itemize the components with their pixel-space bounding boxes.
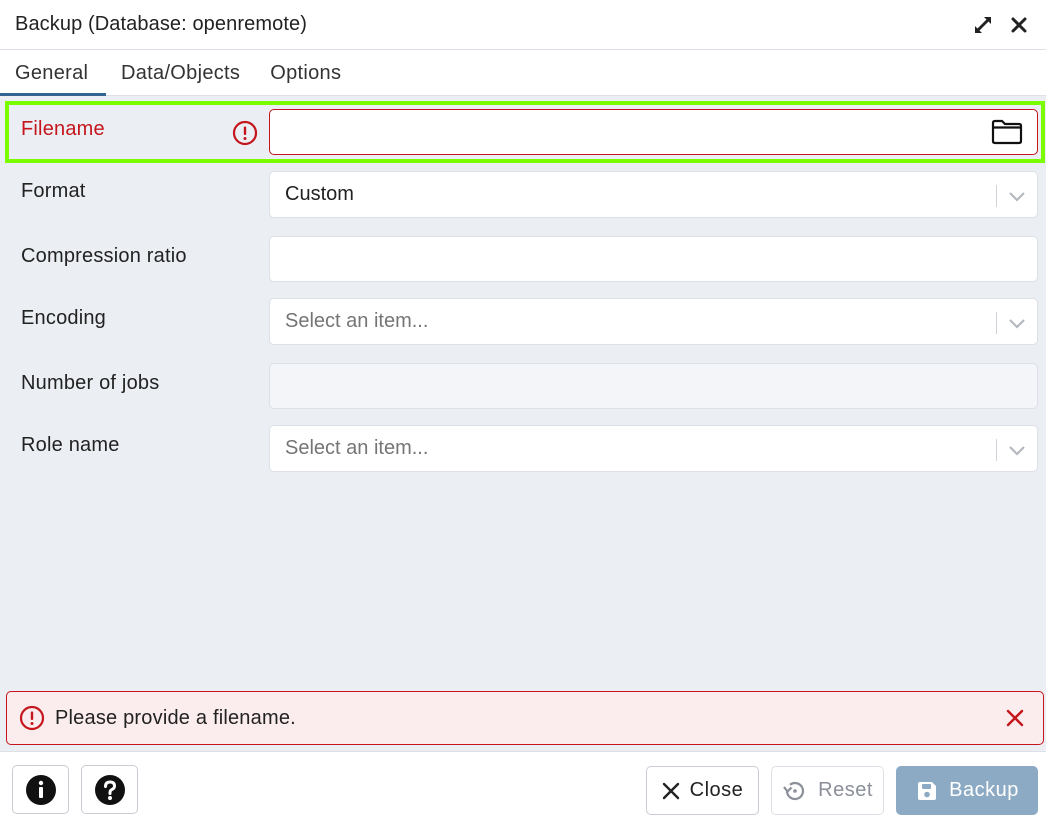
info-icon bbox=[25, 774, 56, 805]
tab-bar: General Data/Objects Options bbox=[0, 50, 1046, 96]
close-button-icon-wrap bbox=[662, 782, 680, 800]
number-of-jobs-label: Number of jobs bbox=[21, 372, 160, 394]
folder-icon bbox=[991, 119, 1023, 145]
chevron-down-icon bbox=[1009, 446, 1025, 456]
close-dialog-button[interactable] bbox=[1007, 13, 1031, 37]
format-label: Format bbox=[21, 180, 86, 202]
filename-label: Filename bbox=[21, 118, 105, 140]
dialog-titlebar: Backup (Database: openremote) bbox=[0, 0, 1046, 50]
encoding-select[interactable]: Select an item... bbox=[269, 298, 1038, 345]
browse-button[interactable] bbox=[991, 119, 1023, 145]
error-message: Please provide a filename. bbox=[55, 706, 296, 729]
number-of-jobs-input bbox=[269, 363, 1038, 409]
role-name-label: Role name bbox=[21, 434, 120, 456]
dialog-title: Backup (Database: openremote) bbox=[15, 13, 307, 35]
chevron-down-icon bbox=[1009, 192, 1025, 202]
backup-button-label: Backup bbox=[949, 779, 1019, 801]
close-icon bbox=[662, 782, 679, 799]
reset-button-icon-wrap bbox=[782, 778, 808, 804]
separator bbox=[996, 439, 997, 461]
format-select[interactable]: Custom bbox=[269, 171, 1038, 218]
close-button-label: Close bbox=[689, 779, 744, 801]
maximize-button[interactable] bbox=[971, 13, 995, 37]
error-icon bbox=[232, 120, 258, 146]
form-content: Filename Format Custom Compression ratio… bbox=[0, 96, 1046, 751]
encoding-select-indicator bbox=[996, 311, 1027, 335]
compression-ratio-label: Compression ratio bbox=[21, 245, 187, 267]
close-button[interactable]: Close bbox=[646, 766, 759, 815]
error-icon bbox=[19, 705, 45, 731]
backup-button[interactable]: Backup bbox=[896, 766, 1038, 815]
chevron-down-icon bbox=[1009, 319, 1025, 329]
role-name-select[interactable]: Select an item... bbox=[269, 425, 1038, 472]
tab-general[interactable]: General bbox=[0, 50, 106, 96]
reset-icon bbox=[783, 781, 805, 800]
tab-data-objects[interactable]: Data/Objects bbox=[106, 50, 255, 96]
role-name-placeholder: Select an item... bbox=[285, 437, 429, 459]
dialog-footer: Close Reset Backup bbox=[0, 751, 1046, 823]
encoding-label: Encoding bbox=[21, 307, 106, 329]
error-banner: Please provide a filename. bbox=[6, 691, 1044, 745]
tab-options[interactable]: Options bbox=[255, 50, 356, 96]
format-select-indicator bbox=[996, 184, 1027, 208]
reset-button-label: Reset bbox=[818, 779, 873, 801]
filename-input[interactable] bbox=[269, 109, 1038, 155]
reset-button[interactable]: Reset bbox=[771, 766, 884, 815]
compression-ratio-input[interactable] bbox=[269, 236, 1038, 282]
encoding-placeholder: Select an item... bbox=[285, 310, 429, 332]
close-icon bbox=[1006, 709, 1024, 727]
separator bbox=[996, 185, 997, 207]
help-button[interactable] bbox=[81, 765, 138, 814]
separator bbox=[996, 312, 997, 334]
dismiss-error-button[interactable] bbox=[1003, 706, 1027, 730]
role-name-select-indicator bbox=[996, 438, 1027, 462]
expand-icon bbox=[975, 16, 991, 33]
save-icon bbox=[918, 781, 937, 800]
format-value: Custom bbox=[285, 183, 354, 205]
backup-button-icon-wrap bbox=[915, 779, 939, 803]
info-button[interactable] bbox=[12, 765, 69, 814]
help-icon bbox=[94, 774, 125, 805]
close-icon bbox=[1011, 17, 1027, 32]
